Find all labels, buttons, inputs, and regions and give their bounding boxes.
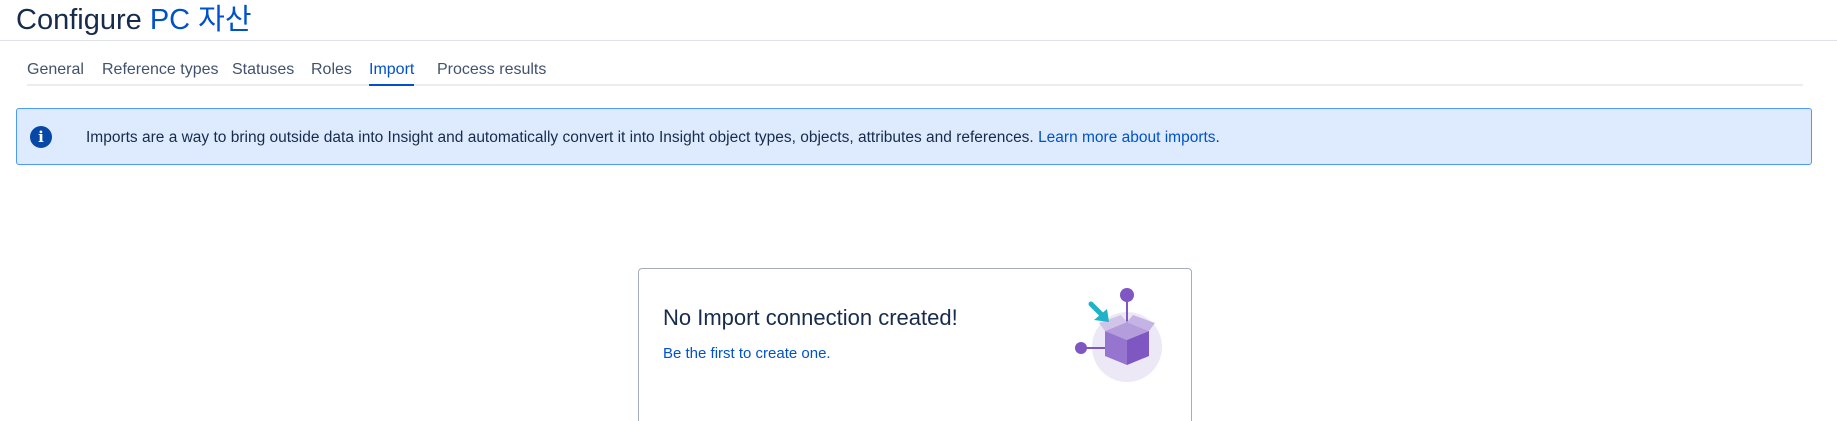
configure-page: Configure PC 자산 General Reference types … [0,0,1837,421]
info-banner-text: Imports are a way to bring outside data … [86,129,1034,146]
page-title-prefix: Configure [16,4,142,36]
tab-general[interactable]: General [27,60,84,80]
info-banner-suffix: . [1215,129,1220,146]
info-banner: i Imports are a way to bring outside dat… [16,108,1812,165]
import-box-illustration [1075,288,1162,382]
tab-import[interactable]: Import [369,60,415,86]
info-banner-message: Imports are a way to bring outside data … [86,128,1220,148]
config-tabs: General Reference types Statuses Roles I… [27,58,1803,86]
empty-state-title: No Import connection created! [663,305,958,330]
tab-statuses[interactable]: Statuses [232,60,294,80]
tab-roles[interactable]: Roles [311,60,352,80]
info-icon: i [30,126,52,148]
create-import-link[interactable]: Be the first to create one. [663,344,831,364]
page-title: Configure PC 자산 [16,2,252,38]
tab-process-results[interactable]: Process results [437,60,546,80]
tab-reference-types[interactable]: Reference types [102,60,219,80]
empty-state-card: No Import connection created! Be the fir… [638,268,1192,421]
learn-more-imports-link[interactable]: Learn more about imports [1038,129,1215,146]
title-divider [0,40,1837,41]
schema-name-link[interactable]: PC 자산 [150,4,252,36]
